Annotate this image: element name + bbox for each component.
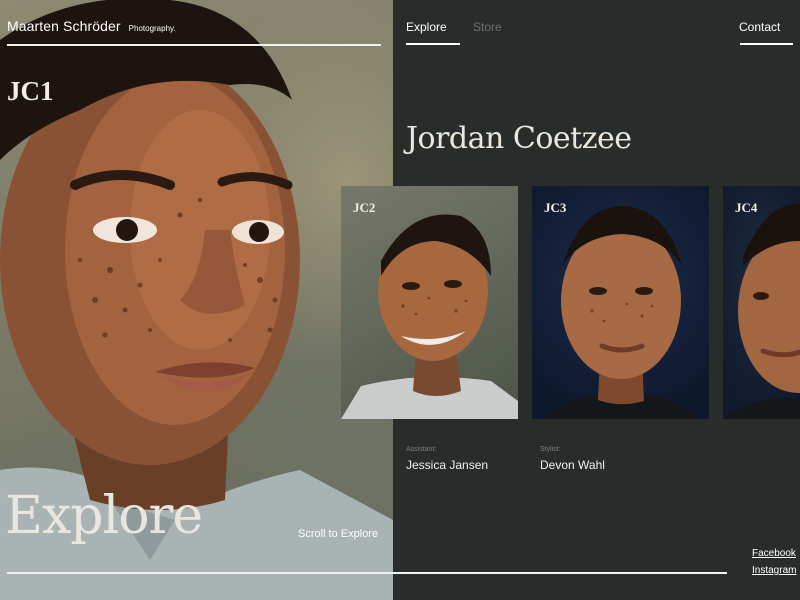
gallery-thumb-jc2[interactable]: JC2: [341, 186, 518, 419]
person-name: Jordan Coetzee: [406, 121, 632, 156]
footer-divider: [7, 572, 727, 574]
gallery-code: JC2: [353, 200, 376, 215]
brand[interactable]: Maarten Schröder Photography.: [7, 18, 176, 34]
brand-name: Maarten Schröder: [7, 18, 121, 34]
scroll-to-explore-link[interactable]: Scroll to Explore: [298, 528, 378, 540]
facebook-link[interactable]: Facebook: [752, 548, 796, 559]
nav-explore[interactable]: Explore: [406, 20, 447, 34]
nav-contact[interactable]: Contact: [739, 20, 780, 34]
stylist-label: Stylist:: [540, 446, 561, 453]
assistant-label: Assistant:: [406, 446, 437, 453]
hero-photo: Maarten Schröder Photography. JC1 Explor…: [0, 0, 393, 600]
gallery-code: JC3: [544, 200, 567, 215]
gallery-code: JC4: [735, 200, 758, 215]
portrait-partial-illustration: [723, 203, 800, 419]
assistant-name: Jessica Jansen: [406, 458, 489, 472]
portrait-front-illustration: [542, 206, 697, 419]
hero-photo-code: JC1: [7, 76, 54, 106]
hero-title: Explore: [5, 486, 203, 546]
brand-tagline: Photography.: [128, 24, 176, 33]
nav-explore-underline: [406, 43, 460, 45]
nav-store[interactable]: Store: [473, 20, 502, 34]
nav-contact-underline: [740, 43, 793, 45]
gallery-thumb-jc3[interactable]: JC3: [532, 186, 709, 419]
portrait-smiling-illustration: [341, 214, 518, 419]
instagram-link[interactable]: Instagram: [752, 565, 796, 576]
stylist-name: Devon Wahl: [540, 458, 605, 472]
header-divider: [7, 44, 381, 46]
gallery-thumb-jc4[interactable]: JC4: [723, 186, 800, 419]
